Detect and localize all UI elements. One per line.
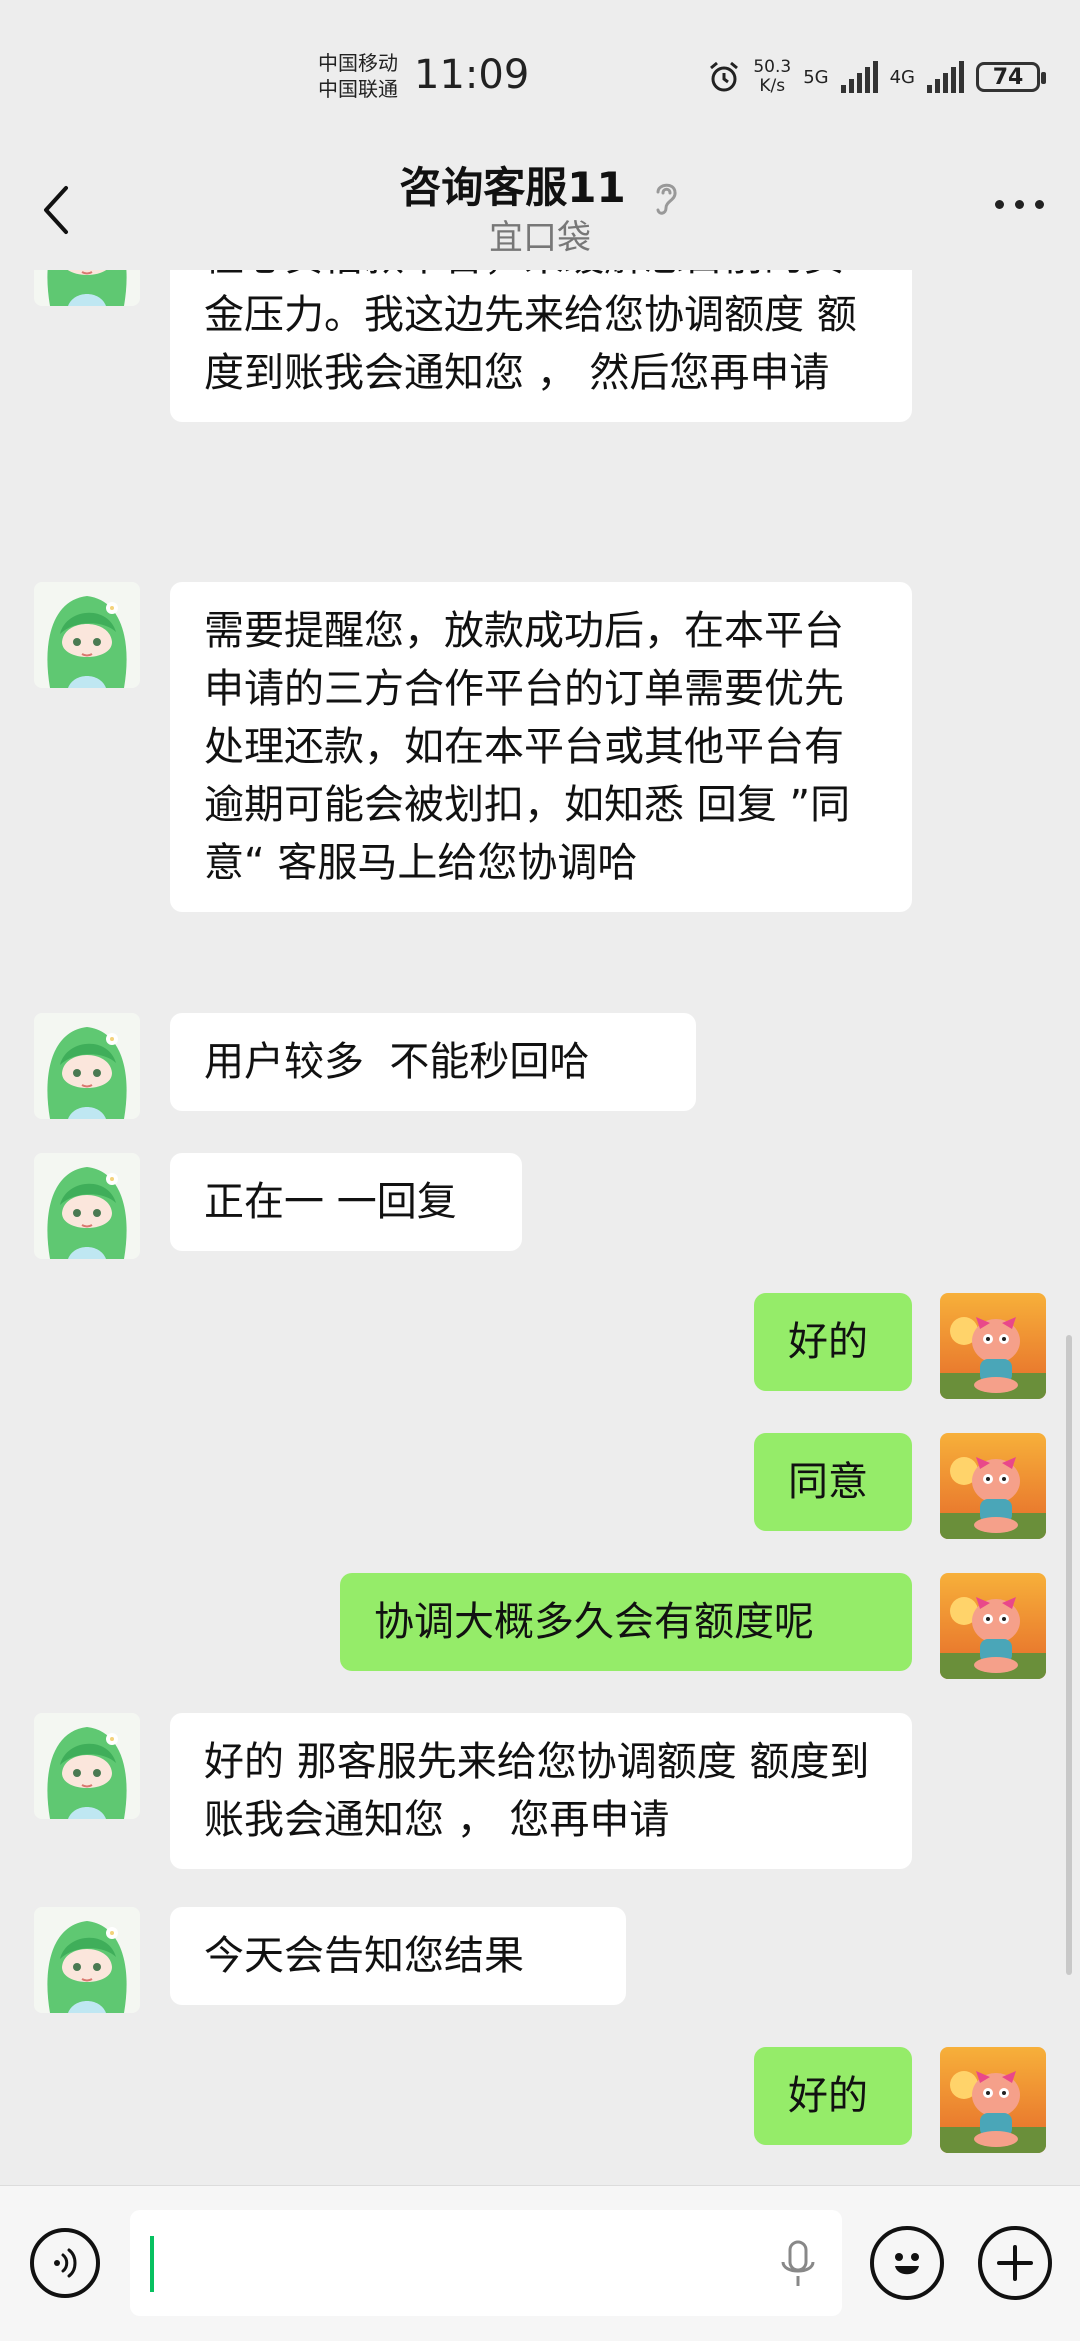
signal-bars-icon (927, 61, 964, 93)
smiley-face-icon (895, 2253, 919, 2275)
avatar-agent[interactable] (34, 582, 140, 688)
voice-icon[interactable] (30, 2228, 100, 2298)
avatar-user[interactable] (940, 1293, 1046, 1399)
input-bar (0, 2185, 1080, 2341)
chat-subtitle: 宜口袋 (489, 218, 591, 258)
emoji-icon[interactable] (870, 2226, 944, 2300)
carrier-1: 中国移动 (318, 51, 398, 75)
signal-4g-label: 4G (889, 66, 915, 88)
avatar-user[interactable] (940, 2047, 1046, 2153)
battery-level: 74 (992, 64, 1024, 90)
text-caret (150, 2236, 154, 2292)
message-bubble[interactable]: 协调大概多久会有额度呢 (340, 1573, 912, 1671)
message-bubble[interactable]: 好的 (754, 1293, 912, 1391)
chat-header: 咨询客服11 宜口袋 (0, 150, 1080, 270)
mic-icon[interactable] (776, 2238, 820, 2292)
message-bubble[interactable]: 根据您目前的情况，客服给您匹配了橙心贷借款平台，来缓解您目前的资金压力。我这边先… (170, 270, 912, 422)
message-bubble[interactable]: 需要提醒您，放款成功后，在本平台申请的三方合作平台的订单需要优先处理还款，如在本… (170, 582, 912, 912)
avatar-agent[interactable] (34, 1013, 140, 1119)
avatar-user[interactable] (940, 1433, 1046, 1539)
net-speed-unit: K/s (759, 76, 786, 96)
carrier-info: 中国移动 中国联通 (318, 50, 398, 102)
carrier-2: 中国联通 (318, 77, 398, 101)
signal-5g-label: 5G (803, 66, 829, 88)
signal-bars-icon (840, 61, 878, 93)
message-list[interactable]: 根据您目前的情况，客服给您匹配了橙心贷借款平台，来缓解您目前的资金压力。我这边先… (0, 270, 1080, 2185)
message-bubble[interactable]: 用户较多 不能秒回哈 (170, 1013, 696, 1111)
status-bar: 中国移动 中国联通 11:09 50.3 K/s 5G 4G 74 (0, 0, 1080, 150)
avatar-agent[interactable] (34, 1153, 140, 1259)
scrollbar[interactable] (1066, 1335, 1072, 1975)
message-bubble[interactable]: 同意 (754, 1433, 912, 1531)
message-bubble[interactable]: 今天会告知您结果 (170, 1907, 626, 2005)
avatar-agent[interactable] (34, 1907, 140, 2013)
status-icons: 50.3 K/s 5G 4G 74 (707, 58, 1046, 96)
status-time: 11:09 (414, 52, 530, 98)
battery-icon: 74 (976, 62, 1046, 92)
more-icon[interactable] (995, 200, 1044, 209)
message-bubble[interactable]: 好的 那客服先来给您协调额度 额度到账我会通知您 ， 您再申请 (170, 1713, 912, 1869)
avatar-agent[interactable] (34, 270, 140, 306)
message-bubble[interactable]: 正在一 一回复 (170, 1153, 522, 1251)
net-speed: 50.3 K/s (753, 58, 791, 96)
plus-icon[interactable] (978, 2226, 1052, 2300)
message-input[interactable] (130, 2210, 842, 2316)
chat-title: 咨询客服11 (399, 163, 626, 212)
avatar-user[interactable] (940, 1573, 1046, 1679)
avatar-agent[interactable] (34, 1713, 140, 1819)
message-bubble[interactable]: 好的 (754, 2047, 912, 2145)
net-speed-value: 50.3 (753, 57, 792, 77)
plus-sign-icon (997, 2245, 1033, 2281)
alarm-icon (710, 61, 739, 92)
voice-wave-icon (54, 2248, 77, 2278)
